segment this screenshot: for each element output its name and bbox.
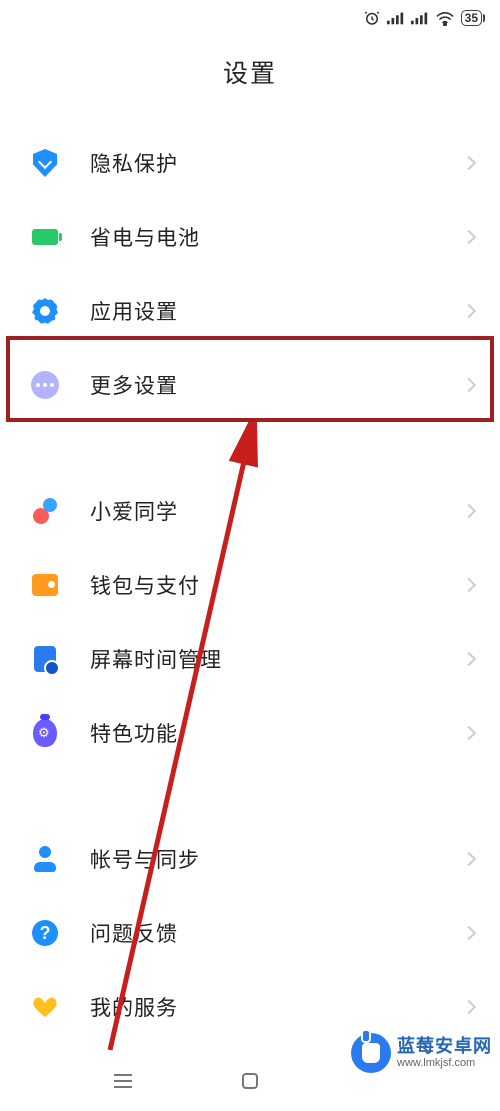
settings-item-apps[interactable]: 应用设置 <box>0 274 500 348</box>
chevron-right-icon <box>462 578 476 592</box>
chevron-right-icon <box>462 504 476 518</box>
settings-group-1: 隐私保护 省电与电池 应用设置 更多设置 <box>0 118 500 430</box>
settings-list: 隐私保护 省电与电池 应用设置 更多设置 小爱同学 钱包与支付 <box>0 118 500 1052</box>
item-label: 省电与电池 <box>90 222 464 252</box>
settings-item-xiaoai[interactable]: 小爱同学 <box>0 474 500 548</box>
settings-group-3: 帐号与同步 ? 问题反馈 我的服务 <box>0 814 500 1052</box>
watermark: 蓝莓安卓网 www.lmkjsf.com <box>351 1033 492 1073</box>
settings-item-battery[interactable]: 省电与电池 <box>0 200 500 274</box>
settings-item-feedback[interactable]: ? 问题反馈 <box>0 896 500 970</box>
signal-hd-icon <box>387 11 405 25</box>
screentime-icon <box>30 644 60 674</box>
item-label: 更多设置 <box>90 370 464 400</box>
chevron-right-icon <box>462 304 476 318</box>
xiaoai-icon <box>30 496 60 526</box>
wallet-icon <box>30 570 60 600</box>
item-label: 小爱同学 <box>90 496 464 526</box>
item-label: 特色功能 <box>90 718 464 748</box>
special-icon <box>30 718 60 748</box>
watermark-logo-icon <box>351 1033 391 1073</box>
watermark-url: www.lmkjsf.com <box>397 1057 492 1070</box>
wifi-icon <box>435 10 455 26</box>
chevron-right-icon <box>462 726 476 740</box>
item-label: 问题反馈 <box>90 918 464 948</box>
more-icon <box>30 370 60 400</box>
settings-item-screentime[interactable]: 屏幕时间管理 <box>0 622 500 696</box>
item-label: 我的服务 <box>90 992 464 1022</box>
signal-5g-icon <box>411 11 429 25</box>
shield-icon <box>30 148 60 178</box>
item-label: 应用设置 <box>90 296 464 326</box>
item-label: 隐私保护 <box>90 148 464 178</box>
chevron-right-icon <box>462 852 476 866</box>
chevron-right-icon <box>462 1000 476 1014</box>
watermark-title: 蓝莓安卓网 <box>397 1036 492 1057</box>
help-icon: ? <box>30 918 60 948</box>
item-label: 屏幕时间管理 <box>90 644 464 674</box>
chevron-right-icon <box>462 652 476 666</box>
battery-icon <box>30 222 60 252</box>
account-icon <box>30 844 60 874</box>
gear-icon <box>30 296 60 326</box>
item-label: 钱包与支付 <box>90 570 464 600</box>
settings-item-wallet[interactable]: 钱包与支付 <box>0 548 500 622</box>
settings-item-privacy[interactable]: 隐私保护 <box>0 126 500 200</box>
settings-group-2: 小爱同学 钱包与支付 屏幕时间管理 特色功能 <box>0 466 500 778</box>
settings-item-more[interactable]: 更多设置 <box>0 348 500 422</box>
status-bar: 35 <box>0 0 500 36</box>
chevron-right-icon <box>462 230 476 244</box>
heart-icon <box>30 992 60 1022</box>
battery-indicator: 35 <box>461 10 482 26</box>
alarm-icon <box>363 9 381 27</box>
chevron-right-icon <box>462 378 476 392</box>
nav-recent-button[interactable] <box>111 1069 135 1093</box>
settings-item-special[interactable]: 特色功能 <box>0 696 500 770</box>
settings-item-account[interactable]: 帐号与同步 <box>0 822 500 896</box>
nav-home-button[interactable] <box>238 1069 262 1093</box>
page-title: 设置 <box>0 36 500 118</box>
item-label: 帐号与同步 <box>90 844 464 874</box>
chevron-right-icon <box>462 156 476 170</box>
chevron-right-icon <box>462 926 476 940</box>
